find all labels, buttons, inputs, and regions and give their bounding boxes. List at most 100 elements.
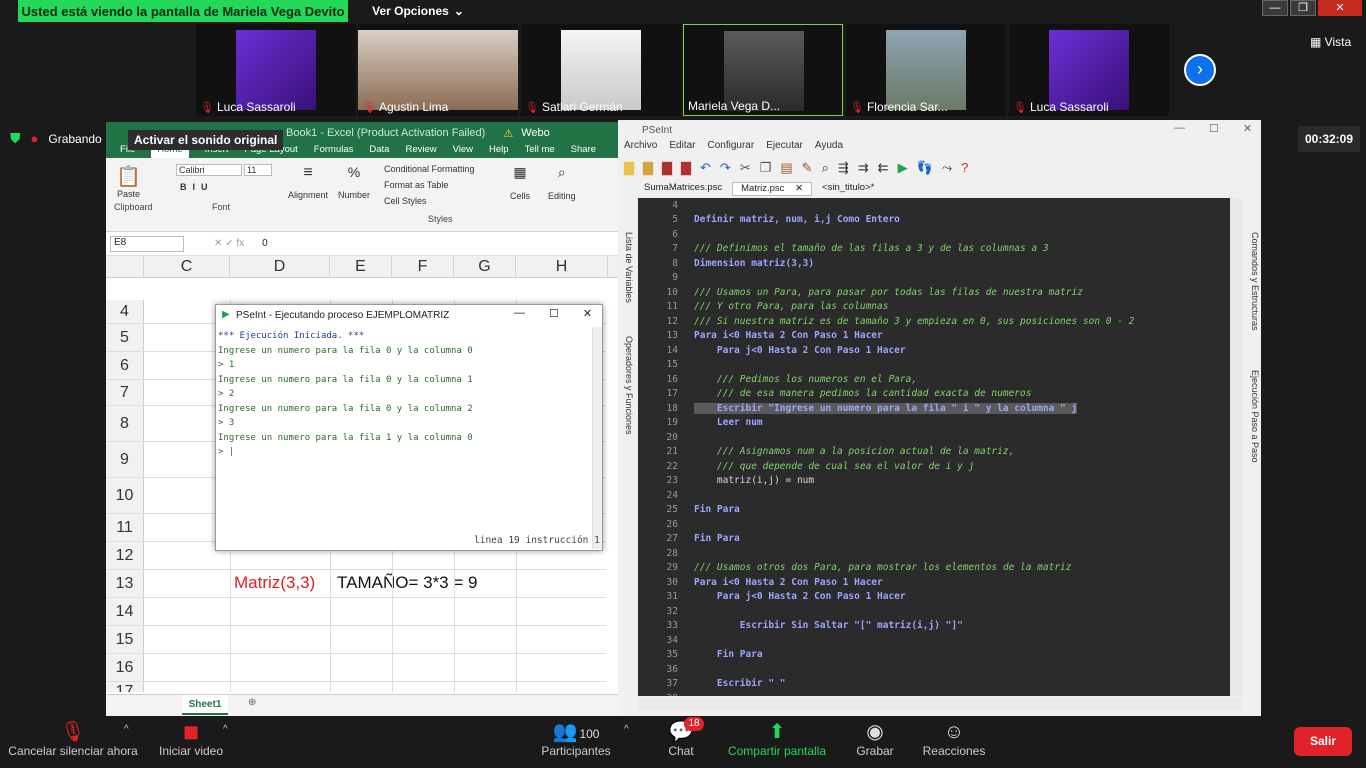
column-header[interactable]: D: [230, 256, 330, 278]
cells-button[interactable]: ▦ Cells: [510, 164, 530, 201]
menu-formulas[interactable]: Formulas: [314, 144, 354, 158]
comment-icon[interactable]: ⇉: [858, 160, 869, 176]
minimize-button[interactable]: —: [1174, 122, 1185, 135]
start-video-button[interactable]: ◼ Iniciar video: [156, 720, 226, 758]
view-button[interactable]: ▦ Vista: [1310, 35, 1351, 49]
participant-tile[interactable]: 🎙 Luca Sassaroli: [1009, 24, 1169, 116]
chevron-up-icon[interactable]: ^: [223, 724, 228, 735]
font-name-select[interactable]: Calibri: [176, 164, 242, 176]
add-sheet-icon[interactable]: ⊕: [248, 697, 256, 708]
close-button[interactable]: ✕: [1243, 122, 1252, 135]
tab-matriz[interactable]: Matriz.psc ✕: [732, 182, 813, 196]
menu-share[interactable]: Share: [571, 144, 596, 158]
new-file-icon[interactable]: ▇: [624, 160, 634, 176]
menu-view[interactable]: View: [453, 144, 473, 158]
tab-sin-titulo[interactable]: <sin_titulo>*: [818, 182, 878, 196]
participant-tile[interactable]: 🎙 Agustin Lima: [358, 24, 518, 116]
run-icon[interactable]: ▶: [898, 160, 908, 176]
row-header[interactable]: 9: [106, 442, 144, 477]
menu-ejecutar[interactable]: Ejecutar: [766, 140, 803, 154]
column-header[interactable]: C: [144, 256, 230, 278]
paste-icon[interactable]: ▤: [780, 160, 792, 176]
uncomment-icon[interactable]: ⇇: [878, 160, 889, 176]
row-header[interactable]: 12: [106, 542, 144, 569]
menu-help[interactable]: Help: [489, 144, 509, 158]
flowchart-icon[interactable]: ⤳: [942, 160, 952, 176]
maximize-button[interactable]: ❐: [1290, 0, 1316, 16]
conditional-formatting-button[interactable]: Conditional Formatting: [384, 164, 475, 174]
open-icon[interactable]: ▇: [643, 160, 653, 176]
number-button[interactable]: % Number: [338, 164, 370, 200]
column-header[interactable]: G: [454, 256, 516, 278]
console-scrollbar[interactable]: [592, 327, 602, 549]
code-editor[interactable]: 4 5 Definir matriz, num, i,j Como Entero…: [638, 198, 1242, 696]
step-panel-tab[interactable]: Ejecución Paso a Paso: [1246, 370, 1260, 463]
maximize-button[interactable]: ☐: [549, 307, 559, 320]
editor-hscrollbar[interactable]: [638, 698, 1242, 710]
step-icon[interactable]: 👣: [917, 160, 933, 176]
paste-button[interactable]: 📋 Paste: [116, 164, 141, 199]
participants-button[interactable]: 👥 100 Participantes: [538, 720, 614, 758]
chevron-up-icon[interactable]: ^: [124, 724, 129, 735]
row-header[interactable]: 5: [106, 324, 144, 351]
operators-panel-tab[interactable]: Operadores y Funciones: [620, 336, 634, 435]
maximize-button[interactable]: ☐: [1209, 122, 1219, 135]
share-screen-button[interactable]: ⬆ Compartir pantalla: [726, 720, 828, 758]
record-button[interactable]: ◉ Grabar: [852, 720, 898, 758]
commands-panel-tab[interactable]: Comandos y Estructuras: [1246, 232, 1260, 331]
row-header[interactable]: 6: [106, 352, 144, 379]
menu-ayuda[interactable]: Ayuda: [815, 140, 843, 154]
help-icon[interactable]: ?: [961, 160, 968, 176]
find-icon[interactable]: ⌕: [822, 160, 829, 176]
participant-tile[interactable]: 🎙 Satlari Germán: [521, 24, 681, 116]
row-header[interactable]: 8: [106, 406, 144, 441]
view-options-button[interactable]: Ver Opciones ⌄: [368, 0, 468, 22]
menu-data[interactable]: Data: [369, 144, 389, 158]
participant-tile[interactable]: 🎙 Luca Sassaroli: [196, 24, 356, 116]
row-header[interactable]: 10: [106, 478, 144, 513]
edit-icon[interactable]: ✎: [802, 160, 813, 176]
menu-configurar[interactable]: Configurar: [707, 140, 754, 154]
participant-tile-active[interactable]: Mariela Vega D...: [683, 24, 843, 116]
cell-styles-button[interactable]: Cell Styles: [384, 196, 427, 206]
row-header[interactable]: 16: [106, 654, 144, 681]
row-header[interactable]: 13: [106, 570, 144, 597]
row-header[interactable]: 15: [106, 626, 144, 653]
tab-sumamatrices[interactable]: SumaMatrices.psc: [640, 182, 726, 196]
indent-icon[interactable]: ⇶: [838, 160, 849, 176]
next-page-button[interactable]: ›: [1184, 54, 1216, 86]
column-header[interactable]: H: [516, 256, 608, 278]
bold-italic-underline[interactable]: BIU: [180, 182, 214, 192]
minimize-button[interactable]: —: [1262, 0, 1288, 16]
undo-icon[interactable]: ↶: [700, 160, 711, 176]
close-button[interactable]: ✕: [583, 307, 592, 320]
save-as-icon[interactable]: ▇: [681, 160, 691, 176]
close-icon[interactable]: ✕: [791, 183, 807, 194]
font-size-select[interactable]: 11: [244, 164, 272, 176]
cell-e13[interactable]: TAMAÑO= 3*3 = 9: [337, 573, 477, 593]
copy-icon[interactable]: ❐: [760, 160, 772, 176]
editor-scrollbar[interactable]: [1230, 198, 1242, 696]
row-header[interactable]: 4: [106, 300, 144, 323]
alignment-button[interactable]: ≡ Alignment: [288, 164, 328, 200]
menu-editar[interactable]: Editar: [669, 140, 695, 154]
reactions-button[interactable]: ☺ Reacciones: [922, 720, 986, 758]
save-icon[interactable]: ▇: [662, 160, 672, 176]
console-output[interactable]: *** Ejecución Iniciada. *** Ingrese un n…: [218, 329, 588, 460]
minimize-button[interactable]: —: [514, 307, 525, 320]
original-sound-tooltip[interactable]: Activar el sonido original: [128, 130, 284, 150]
format-as-table-button[interactable]: Format as Table: [384, 180, 448, 190]
name-box[interactable]: E8: [110, 235, 184, 252]
unmute-button[interactable]: 🎙 Cancelar silenciar ahora: [8, 720, 138, 758]
sheet-tab[interactable]: Sheet1: [182, 695, 228, 715]
row-header[interactable]: 11: [106, 514, 144, 541]
chevron-up-icon[interactable]: ^: [624, 724, 629, 735]
cut-icon[interactable]: ✂: [740, 160, 751, 176]
cell-d13[interactable]: Matriz(3,3): [234, 573, 315, 593]
row-header[interactable]: 14: [106, 598, 144, 625]
column-header[interactable]: E: [330, 256, 392, 278]
menu-tell-me[interactable]: Tell me: [525, 144, 555, 158]
formula-input[interactable]: 0: [262, 238, 268, 249]
editing-button[interactable]: ⌕ Editing: [548, 164, 576, 201]
menu-archivo[interactable]: Archivo: [624, 140, 657, 154]
